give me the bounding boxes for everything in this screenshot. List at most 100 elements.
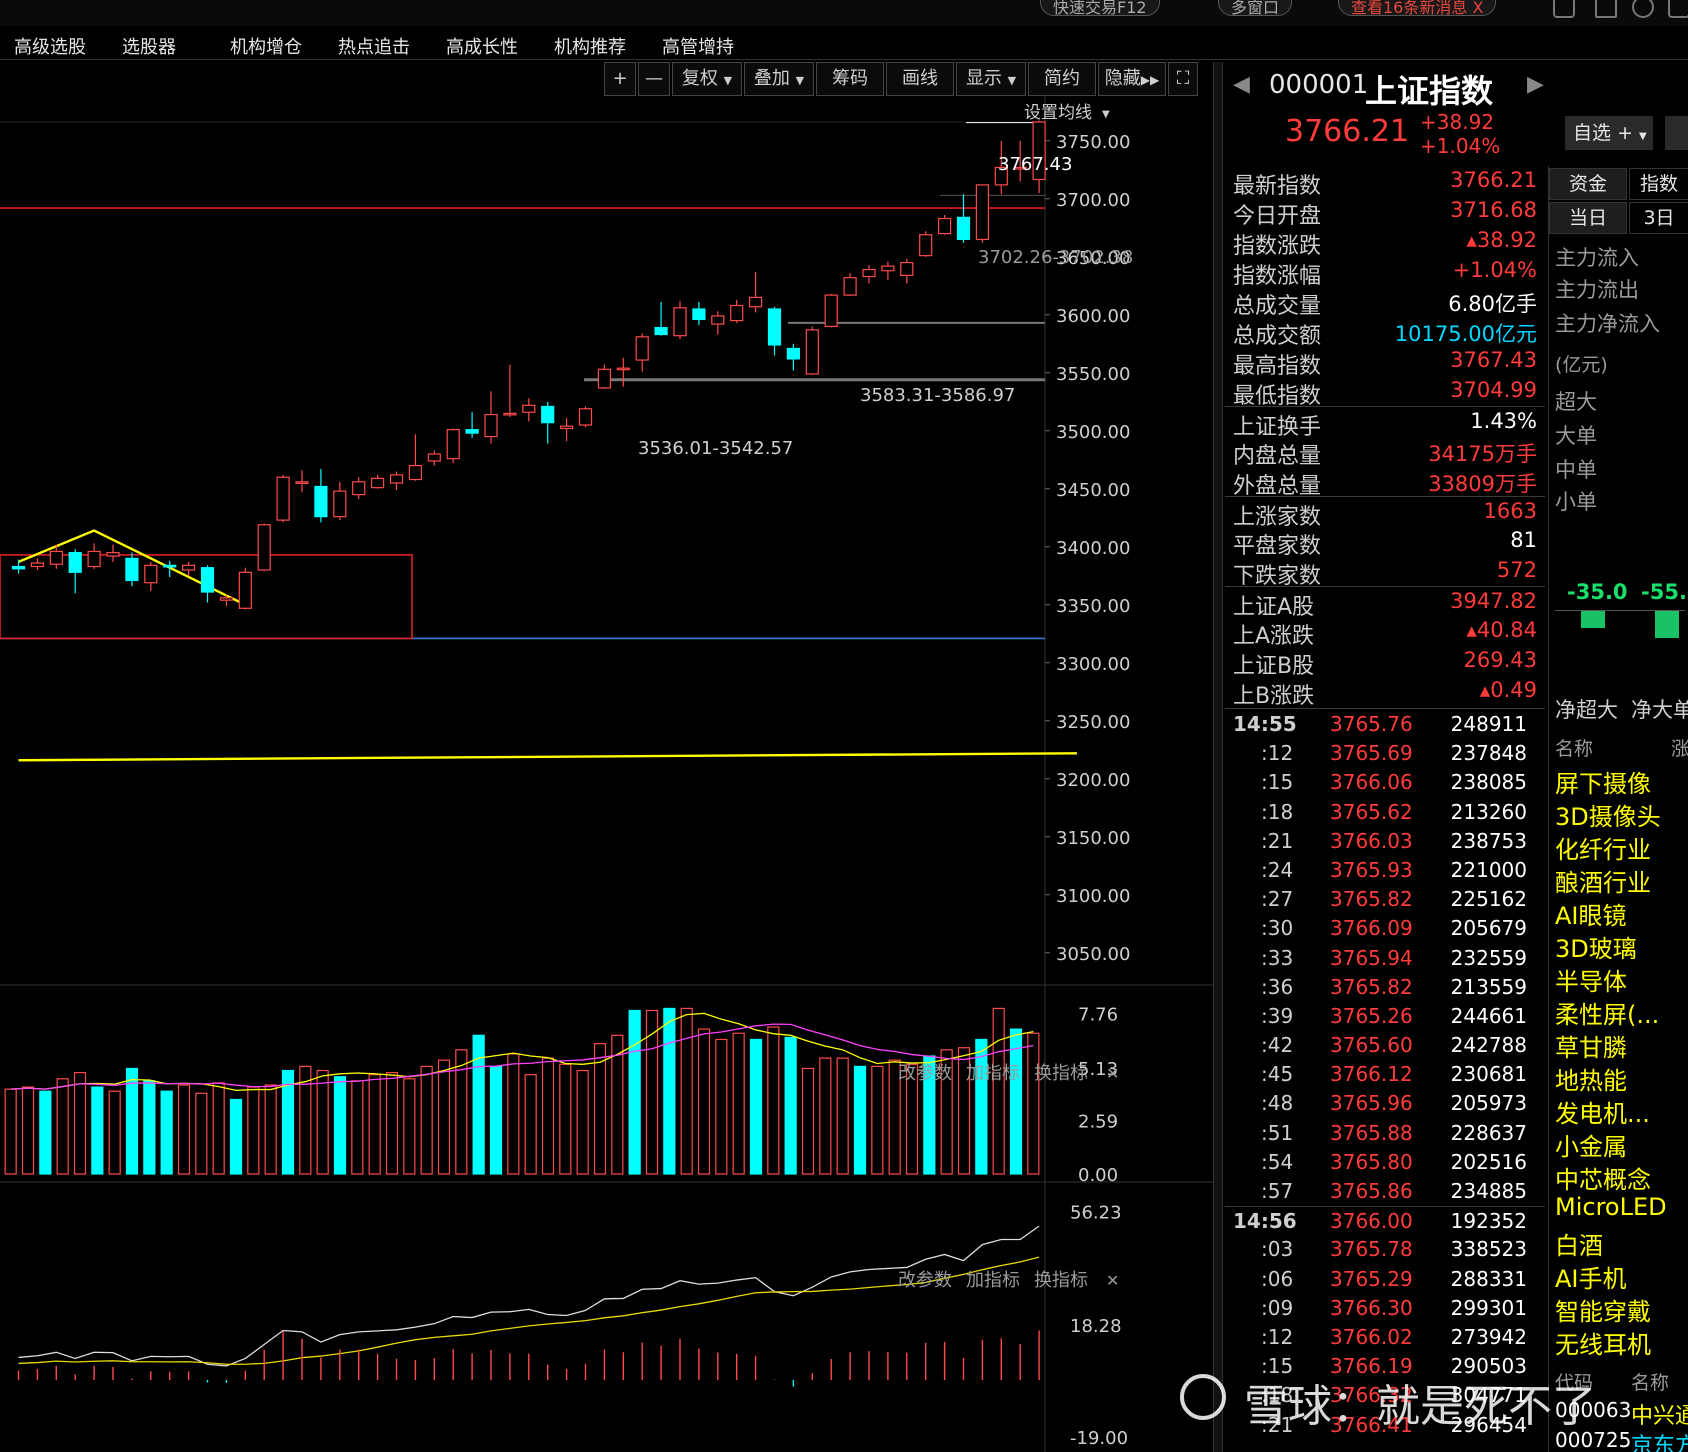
overlay-button[interactable]: 叠加 ▼ — [744, 62, 814, 96]
volume-bar — [853, 1065, 867, 1175]
sector-item[interactable]: MicroLED — [1555, 1193, 1667, 1221]
stat-row: 今日开盘 3716.68 — [1225, 196, 1545, 229]
panel-divider[interactable] — [1213, 62, 1223, 1452]
tick-volume: 228637 — [1450, 1120, 1527, 1145]
price-tick-label: 3550.00 — [1056, 364, 1130, 385]
tick-time: :12 — [1261, 741, 1294, 766]
volume-bar — [541, 1057, 555, 1175]
tick-volume: 232559 — [1450, 945, 1527, 970]
hide-button[interactable]: 隐藏▶▶ — [1098, 62, 1166, 96]
adjust-button[interactable]: 复权 ▼ — [672, 62, 742, 96]
nav-high-growth[interactable]: 高成长性 — [446, 33, 518, 59]
candle-body — [389, 474, 404, 484]
nav-inst-increase[interactable]: 机构增仓 — [230, 33, 302, 59]
more-button[interactable] — [1665, 116, 1688, 150]
settings-icon[interactable] — [1668, 0, 1688, 18]
volume-bar — [715, 1038, 728, 1175]
nav-stock-selector[interactable]: 选股器 — [122, 33, 176, 59]
volume-bar — [316, 1069, 329, 1175]
osc-swap-indicator[interactable]: 换指标 — [1034, 1270, 1088, 1291]
sector-item[interactable]: 屏下摄像 — [1555, 764, 1651, 799]
tick-volume: 213260 — [1450, 799, 1527, 824]
volume-bar — [576, 1069, 589, 1175]
osc-close-icon[interactable]: ✕ — [1106, 1271, 1119, 1290]
multi-window-button[interactable]: 多窗口 — [1218, 0, 1293, 17]
sector-item[interactable]: 化纤行业 — [1555, 830, 1651, 865]
sector-item[interactable]: AI手机 — [1555, 1259, 1627, 1294]
refresh-icon[interactable] — [1632, 0, 1654, 18]
watermark-text: 雪球：就是死不了 — [1244, 1381, 1596, 1432]
news-label: 查看16条新消息 — [1351, 0, 1468, 17]
volume-bar — [143, 1080, 156, 1175]
nav-inst-recommend[interactable]: 机构推荐 — [554, 33, 626, 59]
tick-time: :57 — [1261, 1179, 1294, 1203]
sector-item[interactable]: 半导体 — [1555, 962, 1627, 997]
stat-row: 指数涨幅 +1.04% — [1225, 256, 1545, 289]
sector-item[interactable]: 中芯概念 — [1555, 1160, 1651, 1195]
window-icon[interactable] — [1553, 0, 1575, 18]
nav-hot-chase[interactable]: 热点追击 — [338, 33, 410, 59]
zoom-in-button[interactable]: + — [604, 62, 636, 96]
tick-row: :48 3765.96 205973 — [1225, 1089, 1545, 1118]
kline-chart[interactable]: 3750.003700.003650.003600.003550.003500.… — [0, 96, 1213, 1452]
candle-body — [824, 294, 838, 328]
stock-row-name[interactable]: 中兴通 — [1631, 1398, 1688, 1430]
next-arrow-icon[interactable]: ▶ — [1527, 72, 1544, 97]
tab-today[interactable]: 当日 — [1549, 202, 1627, 234]
sector-item[interactable]: 3D摄像头 — [1555, 797, 1661, 832]
sector-item[interactable]: 无线耳机 — [1555, 1325, 1651, 1360]
tick-price: 3766.12 — [1330, 1062, 1413, 1087]
news-button[interactable]: 查看16条新消息 X — [1338, 0, 1497, 17]
prev-arrow-icon[interactable]: ◀ — [1233, 72, 1250, 97]
candle-body — [484, 413, 498, 438]
chips-button[interactable]: 筹码 — [816, 62, 884, 96]
sector-item[interactable]: 发电机... — [1555, 1094, 1650, 1129]
draw-line-button[interactable]: 画线 — [886, 62, 954, 96]
sector-item[interactable]: 草甘膦 — [1555, 1028, 1627, 1063]
volume-bar — [368, 1074, 381, 1175]
zoom-out-button[interactable]: — — [638, 62, 670, 96]
simple-button[interactable]: 简约 — [1028, 62, 1096, 96]
vol-swap-indicator[interactable]: 换指标 — [1034, 1063, 1088, 1084]
nav-exec-increase[interactable]: 高管增持 — [662, 33, 734, 59]
display-button[interactable]: 显示 ▼ — [956, 62, 1026, 96]
osc-add-indicator[interactable]: 加指标 — [966, 1270, 1020, 1291]
sector-item[interactable]: 3D玻璃 — [1555, 929, 1637, 964]
fullscreen-icon[interactable]: ⛶ — [1168, 62, 1198, 96]
volume-bar — [195, 1092, 208, 1175]
tab-index[interactable]: 指数 — [1629, 168, 1688, 200]
sector-item[interactable]: 柔性屏(... — [1555, 995, 1659, 1030]
candle-body — [200, 567, 215, 593]
tick-row: :42 3765.60 242788 — [1225, 1031, 1545, 1060]
nav-advanced-select[interactable]: 高级选股 — [14, 33, 86, 59]
sector-item[interactable]: 白酒 — [1555, 1226, 1603, 1261]
vol-change-params[interactable]: 改参数 — [898, 1063, 952, 1084]
price-tick-label: 3600.00 — [1056, 306, 1130, 327]
upload-icon[interactable] — [1595, 0, 1617, 18]
tick-price: 3766.09 — [1330, 916, 1413, 941]
osc-change-params[interactable]: 改参数 — [898, 1270, 952, 1291]
tab-capital[interactable]: 资金 — [1549, 168, 1627, 200]
tick-volume: 213559 — [1450, 974, 1527, 999]
stock-row-name[interactable]: 京东方 — [1631, 1428, 1688, 1452]
sector-item[interactable]: 酿酒行业 — [1555, 863, 1651, 898]
price-tick-label: 3200.00 — [1056, 770, 1130, 791]
close-icon[interactable]: X — [1472, 0, 1483, 17]
candle-body — [427, 453, 441, 462]
candle-body — [692, 308, 706, 321]
volume-bar — [4, 1088, 17, 1175]
ma-setting-link[interactable]: 设置均线 — [1024, 103, 1092, 123]
add-watchlist-button[interactable]: 自选 + ▼ — [1565, 116, 1653, 150]
vol-close-icon[interactable]: ✕ — [1106, 1064, 1119, 1083]
sector-item[interactable]: 智能穿戴 — [1555, 1292, 1651, 1327]
sector-item[interactable]: 地热能 — [1555, 1061, 1627, 1096]
tick-list[interactable]: 14:55 3765.76 248911:12 3765.69 237848:15 376… — [1225, 710, 1545, 1440]
stat-value: 3704.99 — [1450, 378, 1537, 402]
vol-add-indicator[interactable]: 加指标 — [966, 1063, 1020, 1084]
sector-item[interactable]: AI眼镜 — [1555, 896, 1627, 931]
tab-3day[interactable]: 3日 — [1629, 202, 1688, 234]
quick-trade-button[interactable]: 快速交易F12 — [1040, 0, 1160, 17]
sector-item[interactable]: 小金属 — [1555, 1127, 1627, 1162]
zone-label-3: 3536.01-3542.57 — [638, 438, 793, 459]
candle-body — [314, 485, 328, 518]
